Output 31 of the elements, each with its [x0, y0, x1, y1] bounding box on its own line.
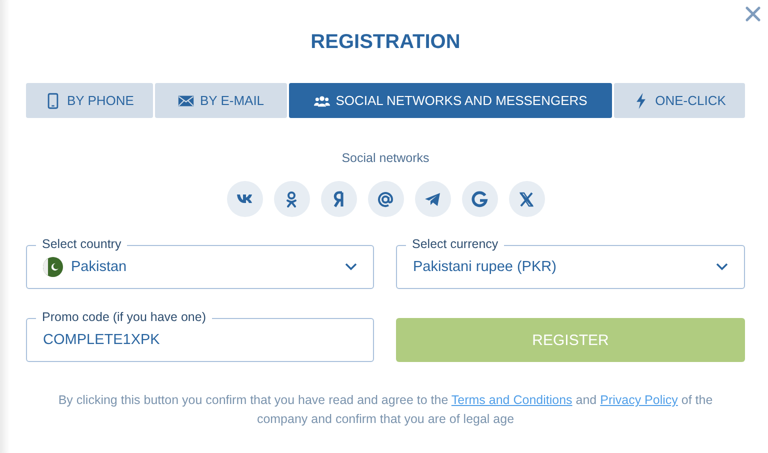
consent-text: By clicking this button you confirm that you have read and agree to the Terms and Conditions and Privacy Policy of the company and confirm that you are of legal age: [57, 392, 714, 428]
tab[interactable]: BY E-MAIL: [155, 83, 287, 118]
tab[interactable]: BY PHONE: [26, 83, 153, 118]
field-label: Promo code (if you have one): [36, 310, 212, 324]
dialog-title: REGISTRATION: [310, 30, 462, 54]
currency-select[interactable]: Select currency Pakistani rupee (PKR): [396, 237, 745, 289]
social-login-button[interactable]: [226, 181, 262, 217]
field-value: Pakistani rupee (PKR): [413, 259, 558, 275]
link[interactable]: Privacy Policy: [600, 393, 678, 407]
tab[interactable]: ONE-CLICK: [614, 83, 745, 118]
link[interactable]: Terms and Conditions: [451, 393, 572, 407]
country-select[interactable]: Select country Pakistan: [26, 237, 374, 289]
field-label: Select currency: [406, 237, 504, 251]
letters-icon: [236, 194, 252, 204]
chevron-down-icon: [716, 263, 728, 271]
social-login-button[interactable]: [368, 181, 404, 217]
social-login-button[interactable]: [462, 181, 498, 217]
social-login-button[interactable]: [414, 181, 450, 217]
social-login-button[interactable]: [508, 181, 544, 217]
tab[interactable]: SOCIAL NETWORKS AND MESSENGERS: [289, 83, 612, 118]
close-icon[interactable]: [745, 6, 761, 22]
promo-code-field[interactable]: Promo code (if you have one) COMPLETE1XPK: [26, 310, 374, 362]
field-label: Select country: [36, 237, 128, 251]
social-login-button[interactable]: [320, 181, 356, 217]
social-login-button[interactable]: [274, 181, 310, 217]
letter-icon: [469, 188, 490, 210]
chevron-down-icon: [345, 263, 357, 271]
section-heading: Social networks: [340, 151, 430, 165]
field-value: Pakistan: [71, 259, 128, 275]
field-value: COMPLETE1XPK: [43, 332, 161, 348]
flag-icon: [43, 257, 63, 277]
